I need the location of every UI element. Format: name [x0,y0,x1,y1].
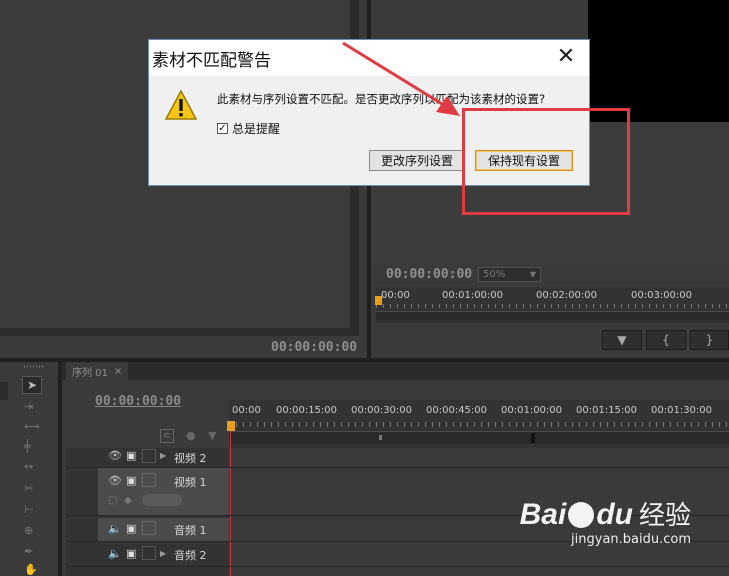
watermark-url: jingyan.baidu.com [571,532,691,547]
annotation-highlight-box [462,108,630,215]
baidu-jingyan-watermark: Bai du 经验 jingyan.baidu.com [520,495,691,547]
watermark-brand-2: du [596,498,633,531]
watermark-brand: Bai [519,498,567,531]
watermark-cn: 经验 [638,501,691,531]
annotation-arrow [342,41,460,116]
paw-icon [568,502,595,528]
